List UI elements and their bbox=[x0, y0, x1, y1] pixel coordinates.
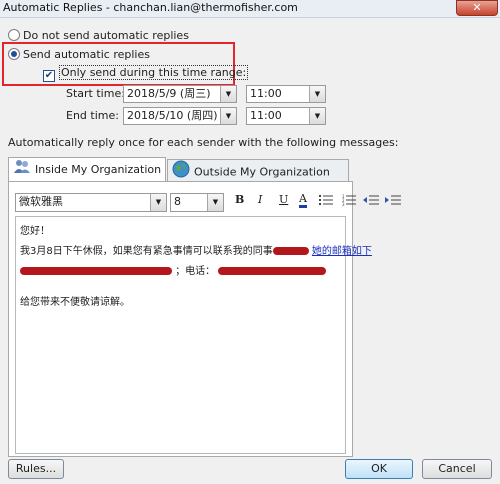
message-line-2: ；电话： bbox=[20, 262, 327, 277]
phone-label: ；电话： bbox=[175, 266, 216, 277]
start-time-value: 11:00 bbox=[250, 87, 282, 100]
end-time-select[interactable]: 11:00 ▼ bbox=[246, 107, 326, 125]
radio-do-not-send[interactable] bbox=[8, 29, 20, 41]
font-name-value: 微软雅黑 bbox=[19, 195, 63, 208]
cancel-button[interactable]: Cancel bbox=[422, 459, 492, 479]
end-date-value: 2018/5/10 (周四) bbox=[127, 109, 218, 122]
font-size-value: 8 bbox=[174, 195, 181, 208]
chevron-down-icon: ▼ bbox=[150, 194, 166, 211]
chevron-down-icon: ▼ bbox=[309, 86, 325, 102]
ok-button[interactable]: OK bbox=[345, 459, 413, 479]
email-link-label[interactable]: 她的邮箱如下 bbox=[312, 246, 372, 257]
start-time-select[interactable]: 11:00 ▼ bbox=[246, 85, 326, 103]
redacted-name bbox=[272, 247, 309, 255]
bullets-icon[interactable] bbox=[319, 194, 333, 210]
chevron-down-icon: ▼ bbox=[220, 108, 236, 124]
svg-text:3: 3 bbox=[342, 202, 345, 207]
start-date-select[interactable]: 2018/5/9 (周三) ▼ bbox=[123, 85, 237, 103]
instruction-text: Automatically reply once for each sender… bbox=[8, 136, 399, 149]
chevron-down-icon: ▼ bbox=[309, 108, 325, 124]
title-bar: Automatic Replies - chanchan.lian@thermo… bbox=[0, 0, 500, 18]
tab-inside-organization[interactable]: Inside My Organization bbox=[8, 157, 166, 181]
font-color-button[interactable]: A bbox=[299, 193, 307, 208]
do-not-send-label: Do not send automatic replies bbox=[23, 29, 189, 42]
message-line-1: 我3月8日下午休假，如果您有紧急事情可以联系我的同事 她的邮箱如下 bbox=[20, 242, 372, 257]
increase-indent-icon[interactable] bbox=[385, 194, 401, 210]
window-title: Automatic Replies - chanchan.lian@thermo… bbox=[3, 1, 298, 14]
start-time-label: Start time: bbox=[66, 87, 125, 100]
closing-line: 给您带来不便敬请谅解。 bbox=[20, 297, 130, 308]
tab-inside-label: Inside My Organization bbox=[35, 163, 162, 176]
tab-outside-organization[interactable]: Outside My Organization (On) bbox=[167, 159, 349, 201]
decrease-indent-icon[interactable] bbox=[363, 194, 379, 210]
message-editor[interactable]: 您好！ 我3月8日下午休假，如果您有紧急事情可以联系我的同事 她的邮箱如下 ；电… bbox=[15, 216, 372, 454]
rules-button[interactable]: Rules... bbox=[8, 459, 64, 479]
do-not-send-option[interactable]: Do not send automatic replies bbox=[8, 29, 189, 42]
message-line-1-text: 我3月8日下午休假，如果您有紧急事情可以联系我的同事 bbox=[20, 246, 273, 257]
time-range-checkbox[interactable]: ✔ bbox=[43, 70, 55, 82]
end-date-select[interactable]: 2018/5/10 (周四) ▼ bbox=[123, 107, 237, 125]
font-size-select[interactable]: 8 ▼ bbox=[170, 193, 224, 212]
chevron-down-icon: ▼ bbox=[207, 194, 223, 211]
greeting-line: 您好！ bbox=[20, 226, 50, 237]
start-date-value: 2018/5/9 (周三) bbox=[127, 87, 211, 100]
close-button[interactable]: ✕ bbox=[456, 0, 498, 16]
bold-button[interactable]: B bbox=[235, 193, 244, 206]
end-time-label: End time: bbox=[66, 109, 119, 122]
close-icon: ✕ bbox=[472, 1, 482, 14]
underline-button[interactable]: U bbox=[279, 193, 288, 206]
chevron-down-icon: ▼ bbox=[220, 86, 236, 102]
end-time-value: 11:00 bbox=[250, 109, 282, 122]
redacted-phone bbox=[218, 267, 327, 275]
people-icon bbox=[13, 158, 31, 182]
italic-button[interactable]: I bbox=[258, 193, 262, 206]
numbering-icon[interactable]: 123 bbox=[342, 194, 356, 210]
time-range-option[interactable]: ✔ Only send during this time range: bbox=[43, 65, 249, 82]
redacted-email bbox=[20, 267, 172, 275]
time-range-label: Only send during this time range: bbox=[59, 65, 249, 80]
font-name-select[interactable]: 微软雅黑 ▼ bbox=[15, 193, 167, 212]
